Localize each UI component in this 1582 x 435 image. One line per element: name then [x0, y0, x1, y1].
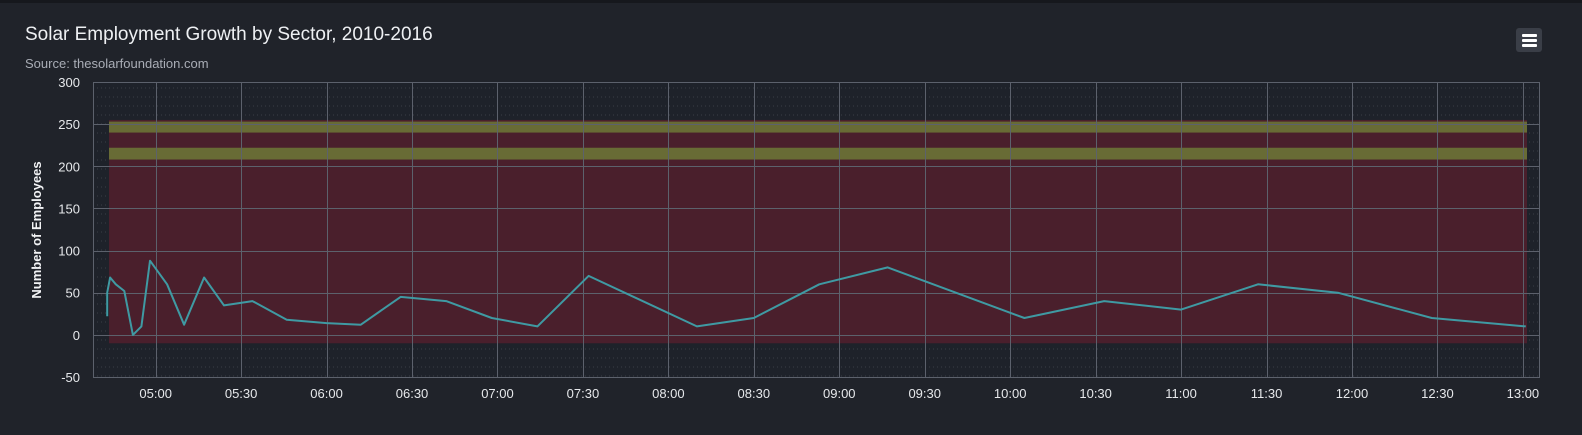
x-tick-label: 12:00: [1336, 386, 1369, 401]
y-tick-label: 200: [58, 159, 80, 174]
chart-svg: -50 0 50 100 150 200 250 300 05:00 05:30 06:00 06:…: [29, 75, 1540, 401]
y-axis-title: Number of Employees: [29, 161, 44, 298]
x-tick-label: 05:00: [139, 386, 172, 401]
y-tick-label: -50: [61, 370, 80, 385]
x-tick-label: 05:30: [225, 386, 258, 401]
y-tick-label: 300: [58, 75, 80, 90]
y-tick-label: 250: [58, 117, 80, 132]
x-tick-label: 11:00: [1165, 386, 1197, 401]
x-tick-label: 13:00: [1507, 386, 1540, 401]
chart-container: Solar Employment Growth by Sector, 2010-…: [0, 0, 1582, 435]
x-tick-label: 07:00: [481, 386, 514, 401]
y-tick-label: 100: [58, 244, 80, 259]
y-axis-ticks: -50 0 50 100 150 200 250 300: [58, 75, 80, 385]
y-tick-label: 50: [66, 286, 80, 301]
x-tick-label: 07:30: [567, 386, 600, 401]
y-tick-label: 150: [58, 201, 80, 216]
x-tick-label: 12:30: [1421, 386, 1454, 401]
plot-band-2: [109, 147, 1527, 160]
x-tick-label: 08:30: [738, 386, 771, 401]
x-tick-label: 10:30: [1079, 386, 1112, 401]
x-tick-label: 08:00: [652, 386, 685, 401]
x-tick-label: 06:00: [310, 386, 343, 401]
x-tick-label: 10:00: [994, 386, 1027, 401]
plot-band-1: [109, 121, 1527, 133]
plot-bands: [109, 119, 1527, 344]
x-tick-label: 06:30: [396, 386, 429, 401]
x-tick-label: 09:00: [823, 386, 856, 401]
y-tick-label: 0: [73, 328, 80, 343]
x-tick-label: 09:30: [908, 386, 941, 401]
x-axis-ticks: 05:00 05:30 06:00 06:30 07:00 07:30 08:00 08:30…: [139, 386, 1539, 401]
x-tick-label: 11:30: [1251, 386, 1283, 401]
